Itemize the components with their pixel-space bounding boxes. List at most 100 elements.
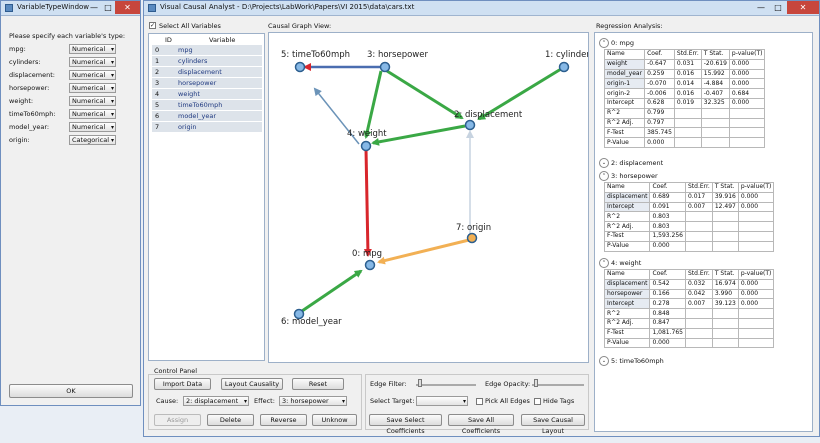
chevron-up-icon[interactable]: ⌃ [599, 171, 609, 181]
close-button[interactable]: ✕ [115, 1, 140, 14]
ok-button[interactable]: OK [9, 384, 133, 398]
type-select[interactable]: Numerical ▾ [69, 109, 116, 119]
assign-button[interactable]: Assign [154, 414, 201, 426]
maximize-icon[interactable]: □ [101, 1, 115, 14]
table-cell [700, 107, 730, 119]
variable-row[interactable]: 7 origin [152, 122, 262, 132]
table-cell [684, 230, 713, 242]
section-mpg[interactable]: ⌃ 0: mpg [599, 38, 634, 48]
reset-button[interactable]: Reset [292, 378, 344, 390]
table-cell: 0.016 [673, 88, 702, 99]
table-header: T Stat. [700, 49, 730, 60]
table-cell: F-Test [603, 327, 651, 339]
node-label-mpg: 0: mpg [352, 249, 382, 259]
edge-horsepower-displacement[interactable] [386, 69, 464, 120]
type-select[interactable]: Numerical ▾ [69, 57, 116, 67]
chevron-down-icon: ▾ [110, 59, 114, 66]
chevron-down-icon[interactable]: ⌄ [599, 158, 609, 168]
pick-all-edges-checkbox[interactable] [476, 398, 483, 405]
cause-select[interactable]: 2: displacement ▾ [183, 396, 249, 406]
section-horsepower[interactable]: ⌃ 3: horsepower [599, 171, 658, 181]
table-header: Coef. [644, 49, 675, 60]
regression-panel[interactable]: ⌃ 0: mpg Name Coef. Std.Err. T Stat. p-value(… [594, 32, 813, 432]
type-row-label: displacement: [9, 71, 55, 79]
type-value: Numerical [72, 110, 106, 118]
causal-graph[interactable]: 5: timeTo60mph 3: horsepower 1: cylinders 2… [269, 33, 588, 362]
table-cell [728, 127, 766, 139]
table-cell [737, 230, 775, 242]
node-cylinders[interactable] [558, 61, 570, 73]
chevron-down-icon[interactable]: ⌄ [599, 356, 609, 366]
type-select[interactable]: Numerical ▾ [69, 122, 116, 132]
save-select-coefficients-button[interactable]: Save Select Coefficients [369, 414, 442, 435]
hide-tags-checkbox[interactable] [534, 398, 541, 405]
variable-row[interactable]: 0 mpg [152, 45, 262, 55]
title-bar[interactable]: Visual Causal Analyst - D:\Projects\LabW… [144, 1, 819, 16]
variable-row[interactable]: 2 displacement [152, 67, 262, 77]
table-cell: 3.990 [711, 288, 739, 300]
select-target-dropdown[interactable]: ▾ [416, 396, 468, 406]
select-all-checkbox[interactable]: ✓ [149, 22, 156, 29]
chevron-up-icon[interactable]: ⌃ [599, 38, 609, 48]
close-button[interactable]: ✕ [787, 1, 819, 14]
table-header: Std.Err. [673, 49, 702, 60]
section-timeTo60mph[interactable]: ⌄ 5: timeTo60mph [599, 356, 664, 366]
title-bar[interactable]: VariableTypeWindow — □ ✕ [1, 1, 140, 16]
table-cell: 0.000 [737, 191, 775, 203]
node-displacement[interactable] [464, 119, 476, 131]
section-weight[interactable]: ⌃ 4: weight [599, 258, 641, 268]
edge-model_year-mpg[interactable] [301, 269, 363, 313]
edge-filter-thumb[interactable] [418, 379, 422, 387]
type-row-label: mpg: [9, 45, 26, 53]
table-row: displacement 0.542 0.032 16.974 0.000 [603, 278, 775, 290]
table-cell [737, 317, 775, 329]
reverse-button[interactable]: Reverse [260, 414, 307, 426]
type-select[interactable]: Numerical ▾ [69, 96, 116, 106]
table-cell: R^2 Adj. [603, 221, 651, 232]
table-cell: -0.407 [700, 88, 730, 99]
mpg-table: Name Coef. Std.Err. T Stat. p-value(T) weight… [603, 49, 766, 148]
maximize-button[interactable]: □ [770, 1, 786, 14]
table-row: F-Test 1,081.765 [603, 327, 775, 339]
variable-row[interactable]: 3 horsepower [152, 78, 262, 88]
chevron-up-icon[interactable]: ⌃ [599, 258, 609, 268]
layout-causality-button[interactable]: Layout Causality [221, 378, 283, 390]
type-select[interactable]: Numerical ▾ [69, 70, 116, 80]
variable-row[interactable]: 6 model_year [152, 111, 262, 121]
effect-select[interactable]: 3: horsepower ▾ [279, 396, 347, 406]
edge-origin-mpg[interactable] [377, 238, 470, 265]
section-displacement[interactable]: ⌄ 2: displacement [599, 158, 663, 168]
minimize-button[interactable]: — [750, 1, 772, 14]
edge-horsepower-weight[interactable] [363, 70, 383, 139]
edge-opacity-thumb[interactable] [534, 379, 538, 387]
edge-weight-mpg[interactable] [363, 148, 372, 257]
save-all-coefficients-button[interactable]: Save All Coefficients [448, 414, 514, 435]
node-origin[interactable] [466, 232, 478, 244]
type-select[interactable]: Numerical ▾ [69, 44, 116, 54]
table-row: origin-1 -0.070 0.014 -4.884 0.000 [603, 78, 766, 90]
save-causal-layout-button[interactable]: Save Causal Layout [521, 414, 585, 435]
variable-row[interactable]: 4 weight [152, 89, 262, 99]
node-weight[interactable] [360, 140, 372, 152]
node-mpg[interactable] [364, 259, 376, 271]
type-select[interactable]: Categorical ▾ [69, 135, 116, 145]
variable-row[interactable]: 5 timeTo60mph [152, 100, 262, 110]
unknow-button[interactable]: Unknow [312, 414, 357, 426]
table-row: Intercept 0.628 0.019 32.325 0.000 [603, 97, 766, 109]
node-horsepower[interactable] [379, 61, 391, 73]
table-cell: displacement [603, 191, 651, 203]
variable-row[interactable]: 1 cylinders [152, 56, 262, 66]
causal-graph-view[interactable]: 5: timeTo60mph 3: horsepower 1: cylinders 2… [268, 32, 589, 363]
type-select[interactable]: Numerical ▾ [69, 83, 116, 93]
edge-displacement-weight[interactable] [371, 124, 466, 146]
edge-filter-slider[interactable] [416, 384, 476, 386]
delete-button[interactable]: Delete [207, 414, 254, 426]
edge-opacity-slider[interactable] [532, 384, 584, 386]
col-variable-header: Variable [209, 36, 236, 44]
table-cell: 0.042 [684, 288, 713, 300]
type-row-label: horsepower: [9, 84, 50, 92]
table-header: Name [603, 182, 651, 193]
import-data-button[interactable]: Import Data [154, 378, 211, 390]
node-timeTo60mph[interactable] [294, 61, 306, 73]
table-cell: 1,593.256 [649, 230, 686, 242]
